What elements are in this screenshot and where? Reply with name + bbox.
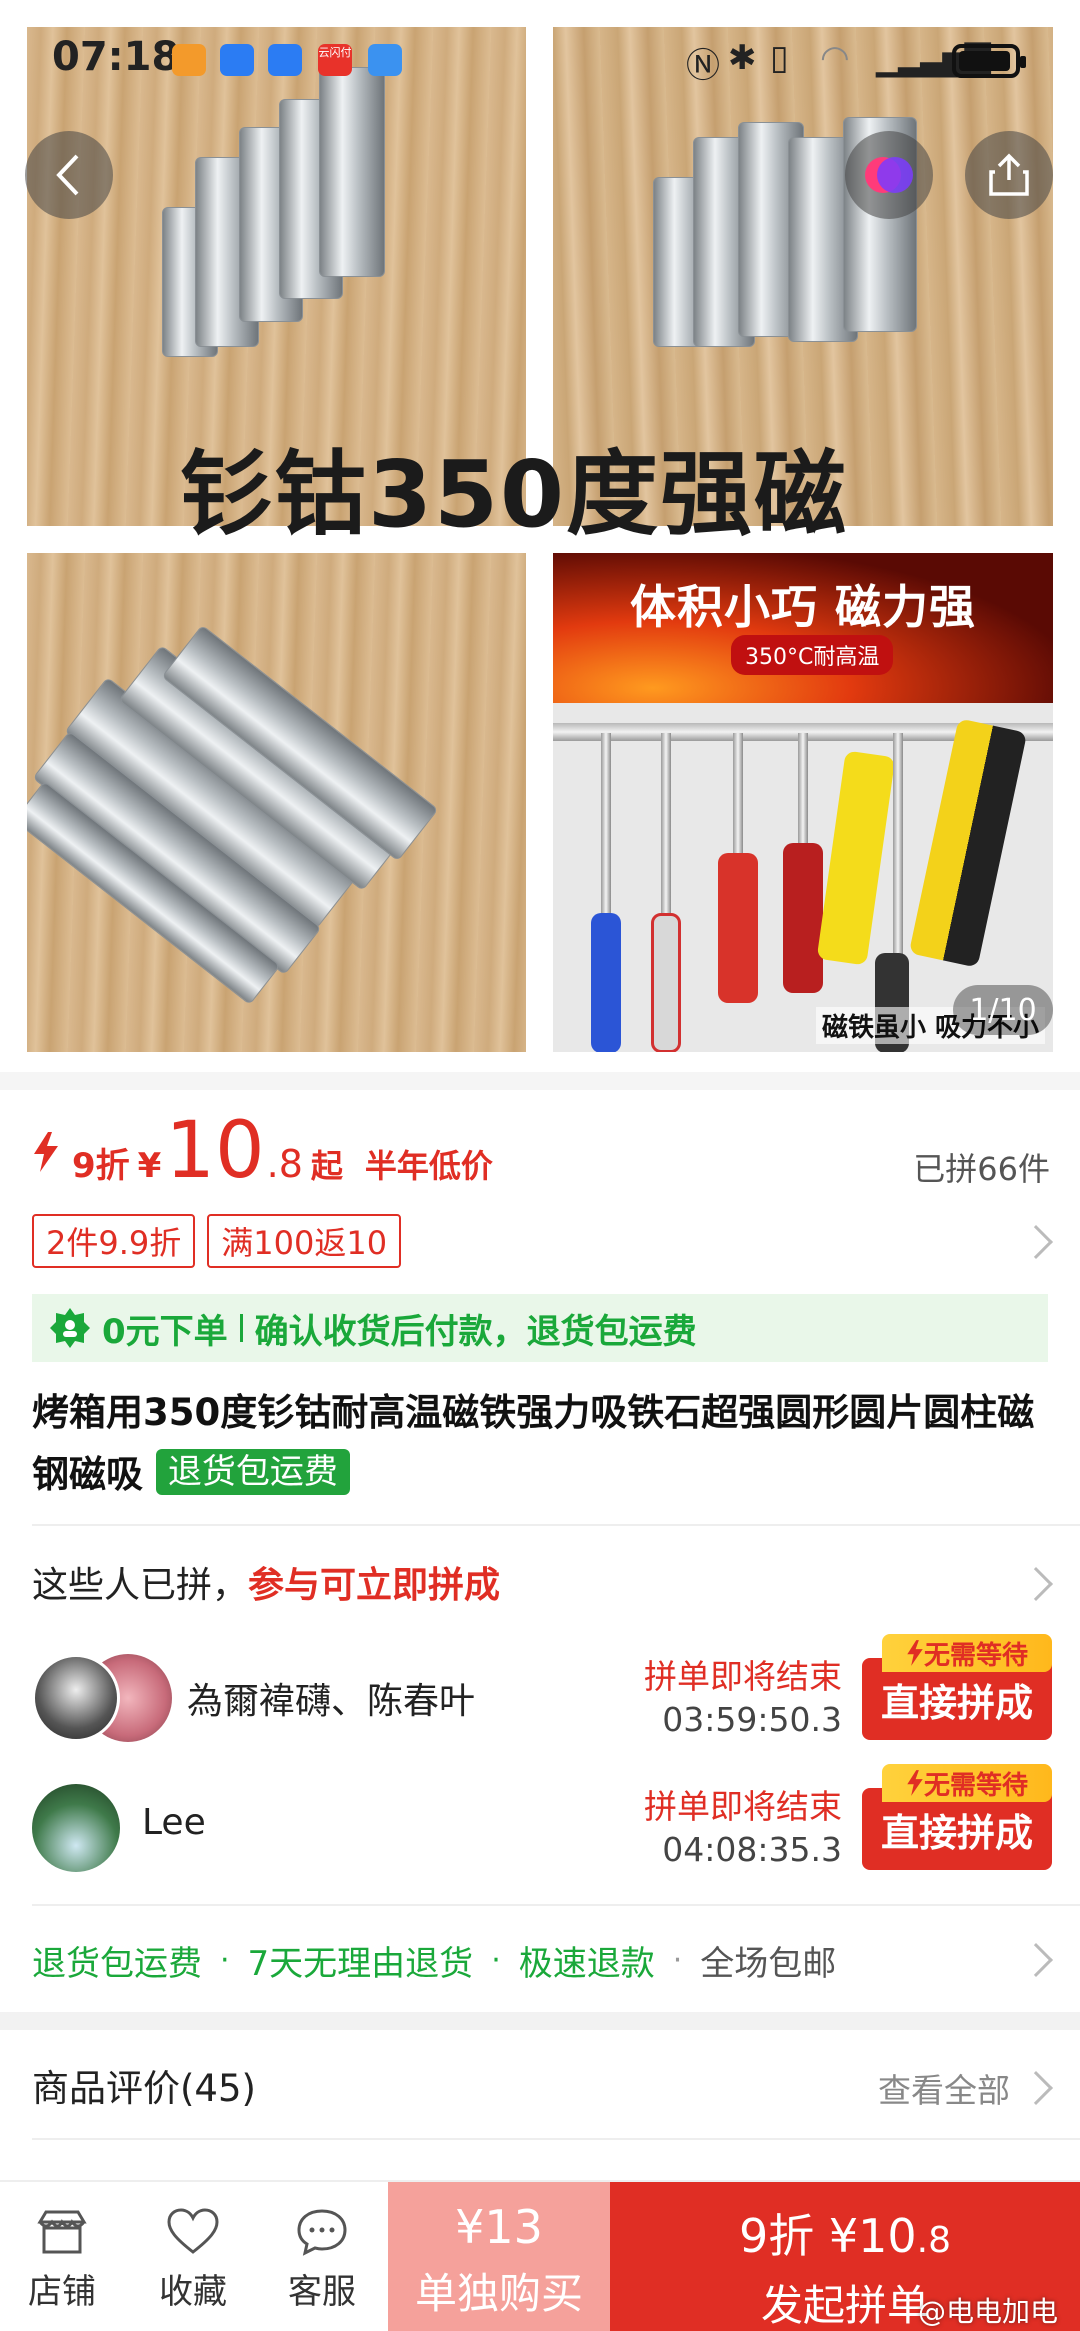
- friends-icon: [865, 157, 913, 193]
- chevron-right-icon[interactable]: [1019, 2071, 1053, 2105]
- zero-order-banner: 0元下单 确认收货后付款，退货包运费: [32, 1294, 1048, 1362]
- chevron-right-icon[interactable]: [1019, 1943, 1053, 1977]
- buy-alone-label: 单独购买: [414, 2269, 583, 2318]
- mail-app-icon: [220, 44, 254, 76]
- sold-count: 已拼66件: [913, 1150, 1050, 1188]
- countdown: 03:59:50.3: [662, 1700, 842, 1739]
- chevron-right-icon[interactable]: [1019, 1567, 1053, 1601]
- guarantee-item: 全场包邮: [700, 1944, 837, 1984]
- watermark: @电电加电: [917, 2295, 1058, 2328]
- zero-order-label: 0元下单: [102, 1311, 228, 1352]
- mail-app-icon: [268, 44, 302, 76]
- divider: [32, 1904, 1080, 1906]
- store-icon: [37, 2210, 87, 2254]
- tile-title: 体积小巧 磁力强: [629, 580, 976, 634]
- separator-dot: ·: [672, 1943, 683, 1978]
- avatar: [32, 1784, 120, 1872]
- customer-service-button[interactable]: 客服: [262, 2208, 382, 2313]
- wifi-icon: ◠: [820, 38, 850, 78]
- product-title: 烤箱用350度钐钴耐高温磁铁强力吸铁石超强圆形圆片圆柱磁钢磁吸 退货包运费: [32, 1382, 1052, 1506]
- chevron-left-icon: [56, 154, 79, 196]
- divider: [239, 1314, 243, 1342]
- price-integer: 10: [165, 1106, 265, 1196]
- badge-icon: [50, 1308, 90, 1348]
- low-price-label: 半年低价: [364, 1147, 493, 1185]
- group-row[interactable]: 為爾褘礴、陈春叶 拼单即将结束 03:59:50.3 直接拼成 无需等待: [32, 1634, 1052, 1750]
- divider: [32, 2138, 1080, 2140]
- buy-alone-price: ¥13: [455, 2200, 543, 2254]
- divider: [0, 2012, 1080, 2030]
- guarantee-item: 7天无理由退货: [247, 1944, 474, 1984]
- nfc-icon: Ⓝ: [686, 46, 720, 86]
- store-label: 店铺: [28, 2272, 96, 2312]
- chat-bubble-icon: [297, 2209, 347, 2256]
- lightning-icon: [907, 1770, 923, 1796]
- zero-order-desc: 确认收货后付款，退货包运费: [254, 1311, 697, 1352]
- price-suffix: 起: [310, 1147, 343, 1185]
- status-bar: 07:18 云闪付 Ⓝ ✱ ▯ ◠ ▁▂▃▅▇: [0, 0, 1080, 120]
- lightning-icon: [34, 1132, 58, 1172]
- buy-alone-button[interactable]: ¥13 单独购买: [388, 2182, 610, 2331]
- separator-dot: ·: [491, 1943, 501, 1978]
- share-to-friends-button[interactable]: [845, 131, 933, 219]
- group-status: 拼单即将结束: [644, 1787, 842, 1826]
- price-decimal: .8: [266, 1142, 303, 1186]
- promo-tags[interactable]: 2件9.9折 满100返10: [32, 1214, 402, 1268]
- currency-symbol: ¥: [137, 1146, 162, 1186]
- share-button[interactable]: [965, 131, 1053, 219]
- heart-icon: [167, 2208, 219, 2254]
- group-member-names: Lee: [142, 1802, 206, 1843]
- price-row: 9折 ¥ 10 .8 起 半年低价: [32, 1112, 493, 1192]
- group-buy-heading[interactable]: 这些人已拼，参与可立即拼成: [32, 1556, 500, 1608]
- no-wait-badge: 无需等待: [882, 1634, 1052, 1672]
- unionpay-app-icon: 云闪付: [318, 44, 352, 76]
- gallery-tile-4: 体积小巧 磁力强 350°C耐高温 磁铁虽小 吸力不小: [553, 553, 1053, 1052]
- favorite-label: 收藏: [159, 2272, 227, 2312]
- divider: [32, 1524, 1080, 1526]
- group-member-names: 為爾褘礴、陈春叶: [187, 1681, 476, 1722]
- separator-dot: ·: [220, 1943, 230, 1978]
- favorite-button[interactable]: 收藏: [133, 2208, 253, 2313]
- guarantee-item: 退货包运费: [32, 1944, 202, 1984]
- weather-app-icon: [368, 44, 402, 76]
- product-image-gallery[interactable]: 钐钴350度强磁 体积小巧 磁力强 350°C耐高温 磁铁虽小 吸力不小 07:…: [0, 0, 1080, 1072]
- divider: [0, 1072, 1080, 1090]
- chevron-right-icon[interactable]: [1019, 1225, 1053, 1259]
- banner-text: 钐钴350度强磁: [180, 441, 849, 548]
- status-time: 07:18: [52, 34, 180, 80]
- see-all-reviews-link[interactable]: 查看全部: [878, 2064, 1010, 2112]
- vibrate-icon: ▯: [770, 38, 789, 78]
- home-app-icon: [172, 44, 206, 76]
- tile-subtitle: 350°C耐高温: [731, 635, 894, 675]
- promo-tag[interactable]: 满100返10: [207, 1214, 402, 1268]
- promo-tag[interactable]: 2件9.9折: [32, 1214, 196, 1268]
- gallery-tile-3: [27, 553, 526, 1052]
- no-wait-badge: 无需等待: [882, 1764, 1052, 1802]
- battery-icon: [952, 44, 1026, 78]
- share-icon: [989, 153, 1029, 196]
- reviews-title: 商品评价(45): [32, 2067, 256, 2110]
- service-guarantees[interactable]: 退货包运费 · 7天无理由退货 · 极速退款 · 全场包邮: [32, 1936, 836, 1985]
- customer-service-label: 客服: [288, 2272, 356, 2312]
- guarantee-item: 极速退款: [518, 1944, 655, 1984]
- group-heading-plain: 这些人已拼，: [32, 1565, 249, 1606]
- discount-label: 9折: [72, 1146, 130, 1186]
- group-row[interactable]: Lee 拼单即将结束 04:08:35.3 直接拼成 无需等待: [32, 1764, 1052, 1880]
- back-button[interactable]: [25, 131, 113, 219]
- product-page: 钐钴350度强磁 体积小巧 磁力强 350°C耐高温 磁铁虽小 吸力不小 07:…: [0, 0, 1080, 2331]
- group-heading-red: 参与可立即拼成: [248, 1565, 501, 1606]
- bluetooth-icon: ✱: [728, 38, 757, 78]
- group-status: 拼单即将结束: [644, 1657, 842, 1696]
- free-return-tag: 退货包运费: [155, 1449, 350, 1495]
- avatar: [32, 1654, 120, 1742]
- group-buy-price: 9折 ¥10.8: [738, 2209, 952, 2263]
- lightning-icon: [907, 1640, 923, 1666]
- countdown: 04:08:35.3: [662, 1830, 842, 1869]
- image-counter: 1/10: [953, 985, 1053, 1035]
- store-button[interactable]: 店铺: [2, 2208, 122, 2313]
